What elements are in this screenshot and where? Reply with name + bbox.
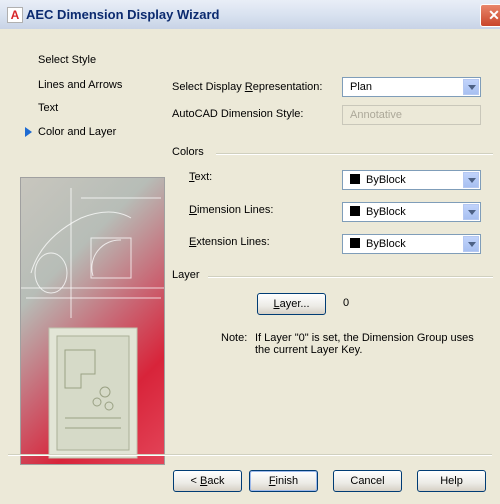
extension-lines-color-value: ByBlock <box>366 238 406 250</box>
layer-value: 0 <box>343 297 350 309</box>
color-swatch-icon <box>350 238 360 248</box>
nav-item-select-style[interactable]: Select Style <box>38 54 96 66</box>
note-text-line2: the current Layer Key. <box>255 344 363 356</box>
extension-lines-color-label: Extension Lines: <box>189 236 270 248</box>
back-button[interactable]: < Back <box>173 470 242 492</box>
close-icon: ✕ <box>488 7 500 23</box>
title-bar: A AEC Dimension Display Wizard ✕ <box>0 0 500 30</box>
chevron-down-icon[interactable] <box>463 79 479 95</box>
chevron-down-icon[interactable] <box>463 236 479 252</box>
colors-divider <box>216 153 493 155</box>
close-button[interactable]: ✕ <box>480 4 500 27</box>
dimension-style-field: Annotative <box>342 105 481 125</box>
drafting-illustration-icon <box>21 188 164 459</box>
text-color-select[interactable]: ByBlock <box>342 170 481 190</box>
display-rep-label: Select Display Representation: <box>172 81 323 93</box>
nav-item-color-and-layer[interactable]: Color and Layer <box>38 126 116 138</box>
color-swatch-icon <box>350 206 360 216</box>
dimension-lines-color-label: Dimension Lines: <box>189 204 274 216</box>
layer-divider <box>208 276 493 278</box>
footer-divider <box>8 454 492 456</box>
chevron-down-icon[interactable] <box>463 172 479 188</box>
nav-item-lines-and-arrows[interactable]: Lines and Arrows <box>38 79 122 91</box>
extension-lines-color-select[interactable]: ByBlock <box>342 234 481 254</box>
dimension-style-value: Annotative <box>350 109 402 121</box>
color-swatch-icon <box>350 174 360 184</box>
cancel-button[interactable]: Cancel <box>333 470 402 492</box>
note-label: Note: <box>221 332 248 344</box>
dimension-lines-color-value: ByBlock <box>366 206 406 218</box>
dimension-lines-color-select[interactable]: ByBlock <box>342 202 481 222</box>
nav-item-text[interactable]: Text <box>38 102 58 114</box>
wizard-panel: Select Style Lines and Arrows Text Color… <box>0 29 500 504</box>
layer-button[interactable]: Layer... <box>257 293 326 315</box>
text-color-value: ByBlock <box>366 174 406 186</box>
text-color-label: Text: <box>189 171 213 183</box>
chevron-down-icon[interactable] <box>463 204 479 220</box>
layer-heading: Layer <box>172 269 200 281</box>
current-step-arrow-icon <box>25 127 32 137</box>
window-title: AEC Dimension Display Wizard <box>26 7 220 22</box>
display-rep-value: Plan <box>350 81 373 93</box>
autocad-app-icon[interactable]: A <box>7 7 23 23</box>
dimension-style-label: AutoCAD Dimension Style: <box>172 108 304 120</box>
display-rep-select[interactable]: Plan <box>342 77 481 97</box>
wizard-illustration <box>20 177 165 465</box>
note-text-line1: If Layer "0" is set, the Dimension Group… <box>255 332 474 344</box>
finish-button[interactable]: Finish <box>249 470 318 492</box>
colors-heading: Colors <box>172 146 204 158</box>
help-button[interactable]: Help <box>417 470 486 492</box>
